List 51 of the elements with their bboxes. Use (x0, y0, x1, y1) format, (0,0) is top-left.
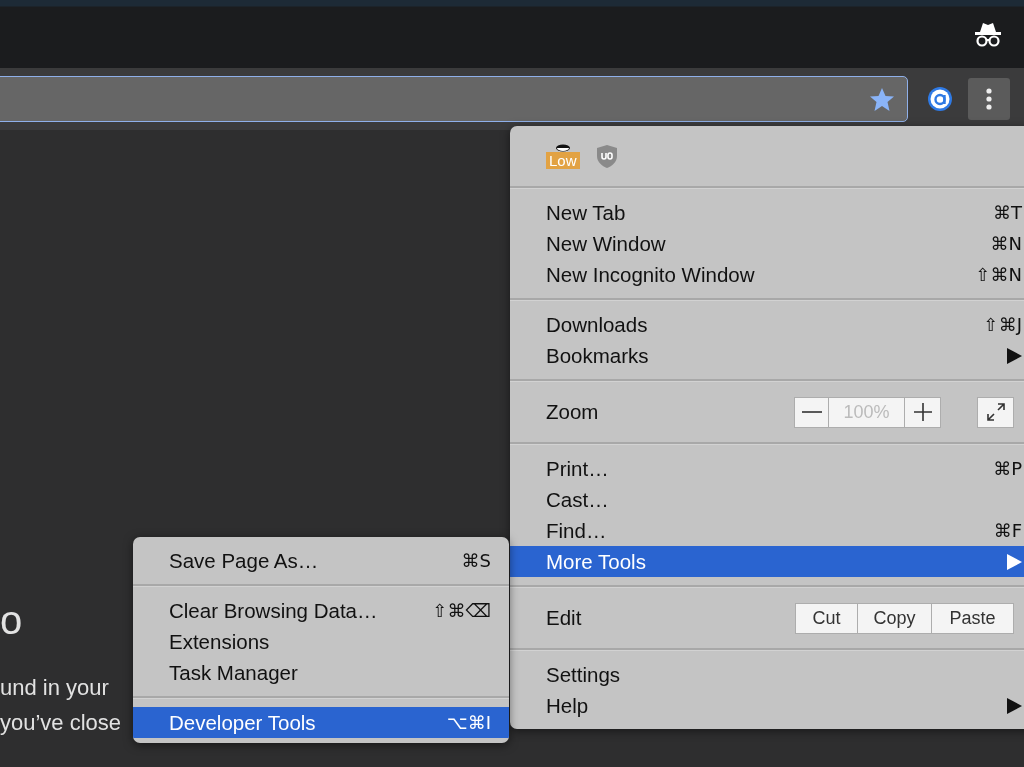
edit-button[interactable]: Cut (795, 602, 858, 634)
shortcut-text: ⌘S (461, 550, 491, 571)
incognito-icon (974, 21, 1002, 47)
menu-label: Zoom (546, 400, 599, 424)
menu-item[interactable]: Task Manager (133, 657, 509, 688)
menu-item[interactable]: Print… ⌘P (510, 453, 1024, 484)
menu-item[interactable]: Cast… (510, 484, 1024, 515)
shortcut-text: ⇧⌘⌫ (432, 600, 491, 621)
menu-icon (986, 88, 992, 110)
menu-item[interactable]: Save Page As… ⌘S (133, 545, 509, 576)
address-bar[interactable] (0, 76, 908, 122)
shortcut-text: ⌥⌘I (446, 712, 491, 733)
edit-button[interactable]: Paste (931, 602, 1014, 634)
fullscreen-icon (986, 403, 1005, 421)
status-tag: Low (546, 152, 580, 169)
shortcut-text: ⌘F (993, 520, 1022, 541)
zoom-in-button[interactable] (904, 396, 941, 428)
page-text: you’ve close (0, 709, 122, 737)
menu-item[interactable]: Extensions (133, 626, 509, 657)
zoom-level-text: 100% (828, 396, 905, 428)
shortcut-text: ⌘N (990, 233, 1022, 254)
menu-item[interactable]: Settings (510, 659, 1024, 690)
menu-item[interactable]: Find… ⌘F (510, 515, 1024, 546)
submenu-arrow-icon (1007, 553, 1022, 570)
menu-item[interactable]: New Tab ⌘T (510, 197, 1024, 228)
menu-item[interactable]: New Incognito Window ⇧⌘N (510, 259, 1024, 290)
page-heading: o (0, 600, 23, 640)
menu-item[interactable]: Help (510, 690, 1024, 721)
submenu-arrow-icon (1007, 347, 1022, 364)
menu-item[interactable]: Clear Browsing Data… ⇧⌘⌫ (133, 595, 509, 626)
edit-button[interactable]: Copy (857, 602, 932, 634)
menu-label: Edit (546, 606, 582, 630)
shortcut-text: ⇧⌘J (983, 314, 1022, 335)
plus-icon (912, 403, 933, 421)
menu-item[interactable]: More Tools (510, 546, 1024, 577)
shortcut-text: ⌘P (993, 458, 1022, 479)
submenu-arrow-icon (1007, 697, 1022, 714)
menu-item[interactable]: Bookmarks (510, 340, 1024, 371)
shortcut-text: ⌘T (993, 202, 1022, 223)
shield-icon[interactable] (595, 143, 618, 169)
menu-item[interactable]: New Window ⌘N (510, 228, 1024, 259)
menu-button[interactable] (968, 78, 1010, 120)
shortcut-text: ⇧⌘N (975, 264, 1022, 285)
menu-item[interactable]: Downloads ⇧⌘J (510, 309, 1024, 340)
menu-item[interactable]: Developer Tools ⌥⌘I (133, 707, 509, 738)
bookmark-star-icon[interactable] (869, 86, 895, 112)
fullscreen-button[interactable] (977, 396, 1014, 428)
minus-icon (801, 411, 822, 413)
zoom-out-button[interactable] (794, 396, 829, 428)
page-text: und in your (0, 674, 109, 702)
extension-icon[interactable] (927, 86, 953, 112)
